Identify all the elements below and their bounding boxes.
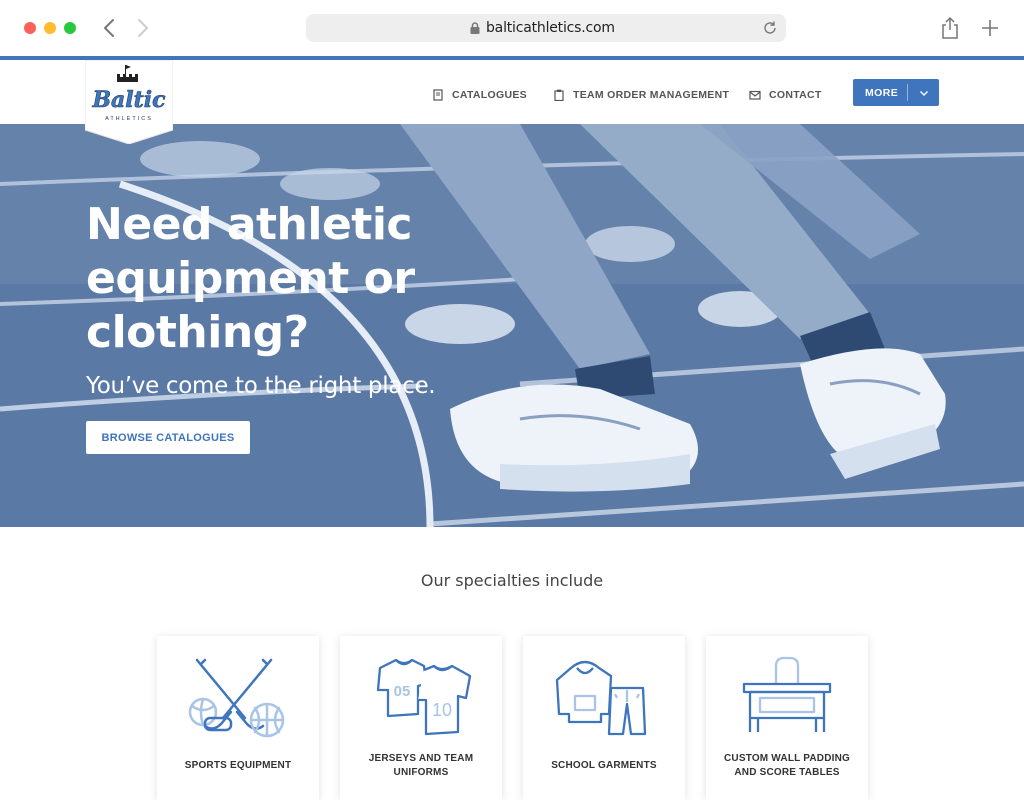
book-icon: [433, 89, 443, 101]
envelope-icon: [749, 90, 761, 100]
site-header: Baltic ATHLETICS CATALOGUES TEAM ORDER M…: [0, 60, 1024, 144]
url-text: balticathletics.com: [486, 20, 615, 36]
logo-wordmark: Baltic: [91, 87, 166, 113]
minimize-window-button[interactable]: [44, 22, 56, 34]
reload-icon[interactable]: [762, 20, 778, 36]
card-label: SCHOOL GARMENTS: [551, 760, 657, 771]
nav-team-order-label: TEAM ORDER MANAGEMENT: [573, 89, 730, 101]
nav-catalogues-label: CATALOGUES: [452, 89, 527, 101]
hero-banner: Need athletic equipment or clothing? You…: [0, 124, 1024, 527]
lock-icon: [470, 22, 480, 34]
browse-catalogues-button[interactable]: BROWSE CATALOGUES: [86, 421, 250, 454]
nav-contact-label: CONTACT: [769, 89, 822, 101]
logo-subtext: ATHLETICS: [105, 116, 153, 122]
chevron-down-icon[interactable]: [908, 88, 939, 98]
new-tab-icon[interactable]: [980, 18, 1000, 38]
zoom-window-button[interactable]: [64, 22, 76, 34]
jersey-number-05: 05: [394, 683, 411, 700]
card-jerseys-uniforms[interactable]: 05 10 JERSEYS AND TEAM UNIFORMS: [340, 636, 502, 800]
browser-chrome: balticathletics.com: [0, 0, 1024, 56]
specialties-heading: Our specialties include: [420, 571, 604, 590]
jerseys-icon: 05 10: [376, 658, 472, 736]
garments-icon: [555, 660, 647, 736]
more-menu-button[interactable]: MORE: [853, 79, 939, 106]
card-label: CUSTOM WALL PADDING AND SCORE TABLES: [723, 753, 851, 778]
jersey-number-10: 10: [432, 700, 452, 720]
nav-contact[interactable]: CONTACT: [749, 89, 822, 101]
card-label: SPORTS EQUIPMENT: [184, 760, 292, 771]
forward-icon[interactable]: [130, 16, 154, 40]
card-label: JERSEYS AND TEAM UNIFORMS: [368, 753, 474, 778]
card-sports-equipment[interactable]: SPORTS EQUIPMENT: [157, 636, 319, 800]
sports-equipment-icon: [188, 658, 285, 738]
score-table-icon: [742, 656, 832, 732]
address-bar[interactable]: balticathletics.com: [306, 14, 786, 42]
close-window-button[interactable]: [24, 22, 36, 34]
more-label: MORE: [865, 86, 899, 99]
nav-team-order-management[interactable]: TEAM ORDER MANAGEMENT: [553, 89, 729, 101]
back-icon[interactable]: [98, 16, 122, 40]
hero-title: Need athletic equipment or clothing?: [86, 199, 415, 358]
card-school-garments[interactable]: SCHOOL GARMENTS: [523, 636, 685, 800]
hero-subtitle: You’ve come to the right place.: [86, 373, 436, 399]
card-wall-padding-score-tables[interactable]: CUSTOM WALL PADDING AND SCORE TABLES: [706, 636, 868, 800]
clipboard-icon: [554, 89, 564, 101]
nav-catalogues[interactable]: CATALOGUES: [432, 89, 527, 101]
baltic-athletics-logo[interactable]: Baltic ATHLETICS: [85, 60, 173, 144]
share-icon[interactable]: [940, 16, 960, 40]
